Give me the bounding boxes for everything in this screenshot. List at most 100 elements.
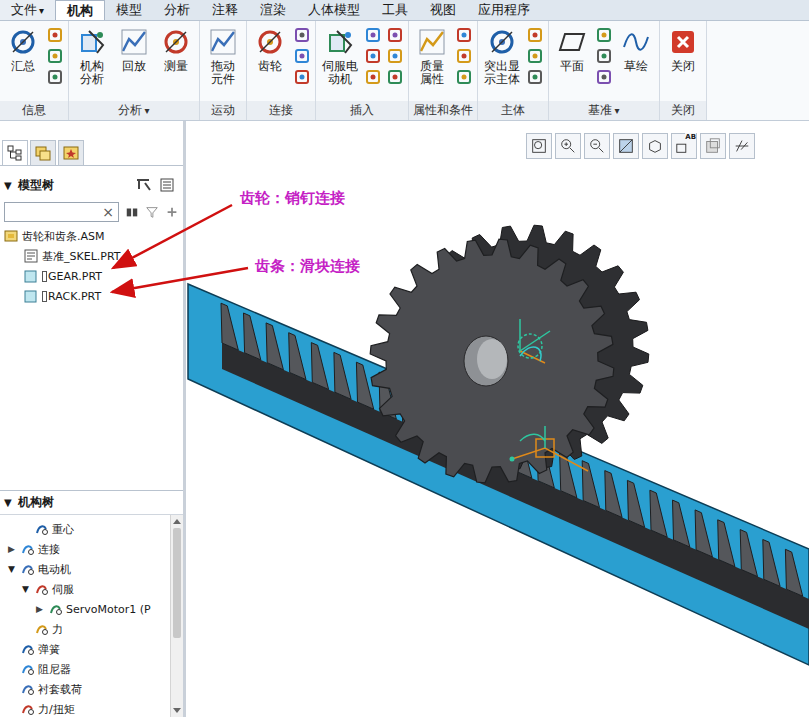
- expand-toggle[interactable]: ▼: [22, 584, 32, 594]
- menu-tab[interactable]: 视图: [419, 0, 467, 20]
- tool-icon: [621, 27, 651, 57]
- panel-tab[interactable]: [30, 140, 56, 165]
- small-tool-icon[interactable]: [596, 27, 612, 43]
- view-icon: [617, 137, 635, 155]
- mechanism-tree-item[interactable]: ▼电动机: [0, 559, 170, 579]
- small-tool-icon[interactable]: [387, 48, 403, 64]
- small-tool-icon[interactable]: [47, 48, 63, 64]
- small-tool-icon[interactable]: [294, 69, 310, 85]
- small-tool-icon[interactable]: [596, 69, 612, 85]
- mechanism-tree-item[interactable]: 弹簧: [0, 639, 170, 659]
- ribbon-button[interactable]: 平面: [552, 27, 592, 73]
- ribbon-button[interactable]: 拖动元件: [203, 27, 243, 86]
- rack-tooth: [763, 540, 780, 587]
- ribbon-group-label: 分析▾: [69, 101, 199, 120]
- mechanism-tree-item[interactable]: 力/扭矩: [0, 699, 170, 717]
- menu-tab[interactable]: 文件▾: [0, 0, 55, 20]
- small-tool-icon[interactable]: [294, 48, 310, 64]
- mechanism-tree-header[interactable]: ▼机构树: [0, 491, 183, 515]
- panel-tab[interactable]: [2, 140, 28, 165]
- add-icon[interactable]: [165, 205, 179, 219]
- small-tool-icon[interactable]: [365, 27, 381, 43]
- scrollbar[interactable]: [170, 515, 183, 717]
- rack-tooth: [221, 303, 238, 350]
- gear-rack-model[interactable]: [186, 121, 809, 717]
- ribbon-button[interactable]: 关闭: [663, 27, 703, 73]
- mechanism-tree-item[interactable]: ▼伺服: [0, 579, 170, 599]
- small-tool-icon[interactable]: [527, 69, 543, 85]
- small-tool-icon[interactable]: [387, 69, 403, 85]
- ribbon-button[interactable]: 质量属性: [412, 27, 452, 86]
- small-tool-icon[interactable]: [456, 69, 472, 85]
- view-button[interactable]: [700, 133, 726, 159]
- model-tree-item[interactable]: GEAR.PRT: [0, 266, 183, 286]
- ribbon-button[interactable]: 突出显示主体: [481, 27, 523, 86]
- mechanism-tree-item[interactable]: ▶连接: [0, 539, 170, 559]
- graphics-area[interactable]: AB齿轮：销钉连接齿条：滑块连接: [186, 121, 809, 717]
- small-tool-icon[interactable]: [47, 69, 63, 85]
- model-tree-item[interactable]: 齿轮和齿条.ASM: [0, 226, 183, 246]
- search-field[interactable]: ×: [4, 202, 119, 222]
- model-tree-header[interactable]: ▼模型树: [0, 172, 183, 198]
- view-button[interactable]: [584, 133, 610, 159]
- mechanism-tree-item[interactable]: ▶ServoMotor1 (P: [0, 599, 170, 619]
- rack-tooth: [289, 333, 306, 380]
- menu-tab[interactable]: 注释: [201, 0, 249, 20]
- ribbon-button[interactable]: 齿轮: [250, 27, 290, 73]
- ribbon-group-label: 基准▾: [549, 101, 659, 120]
- model-tree-item[interactable]: 基准_SKEL.PRT: [0, 246, 183, 266]
- small-tool-icon[interactable]: [365, 48, 381, 64]
- view-button[interactable]: [613, 133, 639, 159]
- ribbon-group-label: 关闭: [660, 101, 706, 120]
- small-tool-icon[interactable]: [456, 48, 472, 64]
- ribbon-button[interactable]: 回放: [114, 27, 154, 73]
- menu-tab[interactable]: 渲染: [249, 0, 297, 20]
- filter-icon[interactable]: [145, 205, 159, 219]
- ribbon-button[interactable]: 伺服电动机: [319, 27, 361, 86]
- expand-toggle[interactable]: ▼: [8, 564, 18, 574]
- clear-button[interactable]: ×: [102, 204, 114, 220]
- mechanism-tree-item[interactable]: 阻尼器: [0, 659, 170, 679]
- view-button[interactable]: AB: [671, 133, 697, 159]
- model-tree-item[interactable]: RACK.PRT: [0, 286, 183, 306]
- view-button[interactable]: [642, 133, 668, 159]
- tree-settings-icon[interactable]: [135, 177, 153, 193]
- panel-tab[interactable]: [58, 140, 84, 165]
- expand-toggle[interactable]: ▶: [8, 544, 18, 554]
- small-tool-icon[interactable]: [527, 27, 543, 43]
- ribbon-button[interactable]: 测量: [156, 27, 196, 73]
- view-button[interactable]: [555, 133, 581, 159]
- tool-icon: [325, 27, 355, 57]
- rack-tooth: [695, 510, 712, 557]
- small-tool-icon[interactable]: [294, 27, 310, 43]
- mechanism-tree-item[interactable]: 重心: [0, 519, 170, 539]
- ribbon-group: 拖动元件运动: [200, 21, 247, 120]
- view-button[interactable]: [526, 133, 552, 159]
- small-tool-icon[interactable]: [596, 48, 612, 64]
- small-tool-icon[interactable]: [456, 27, 472, 43]
- mechanism-tree-item[interactable]: 力: [0, 619, 170, 639]
- menu-tab[interactable]: 机构: [55, 0, 105, 20]
- menu-tab[interactable]: 应用程序: [467, 0, 541, 20]
- small-tool-icon[interactable]: [527, 48, 543, 64]
- view-icon: [588, 137, 606, 155]
- coordinate-system-icon: [518, 319, 550, 363]
- rack-tooth: [650, 490, 667, 537]
- ribbon-button[interactable]: 草绘: [616, 27, 656, 73]
- ribbon-button[interactable]: 汇总: [3, 27, 43, 73]
- view-button[interactable]: [729, 133, 755, 159]
- tool-icon: [77, 27, 107, 57]
- menu-tab[interactable]: 模型: [105, 0, 153, 20]
- small-tool-icon[interactable]: [365, 69, 381, 85]
- menu-tab[interactable]: 工具: [371, 0, 419, 20]
- small-tool-icon[interactable]: [387, 27, 403, 43]
- mechanism-tree-item[interactable]: 衬套载荷: [0, 679, 170, 699]
- expand-toggle[interactable]: ▶: [36, 604, 46, 614]
- small-tool-icon[interactable]: [47, 27, 63, 43]
- ribbon-button[interactable]: 机构分析: [72, 27, 112, 86]
- find-icon[interactable]: [125, 205, 139, 219]
- menu-tab[interactable]: 分析: [153, 0, 201, 20]
- tree-columns-icon[interactable]: [159, 177, 177, 193]
- annotation: 齿轮：销钉连接: [240, 189, 345, 208]
- menu-tab[interactable]: 人体模型: [297, 0, 371, 20]
